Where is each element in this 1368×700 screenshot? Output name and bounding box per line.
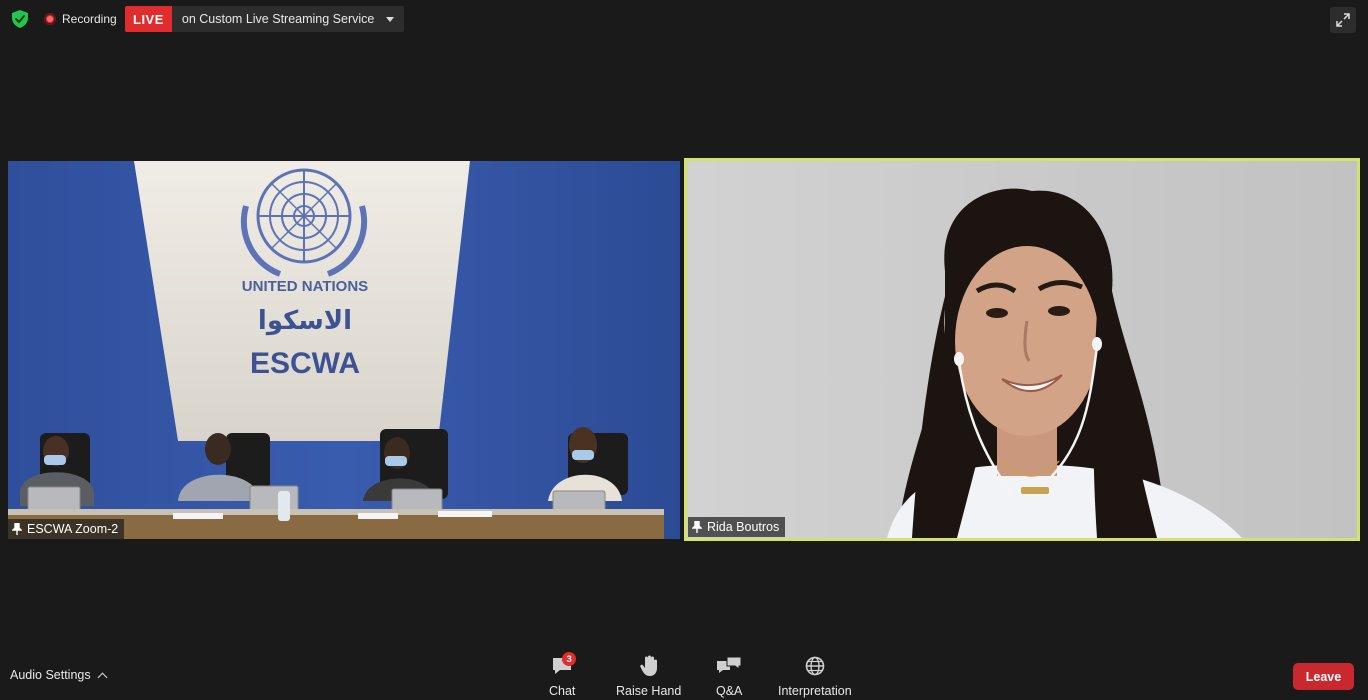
caret-down-icon	[386, 16, 395, 22]
participant-name: ESCWA Zoom-2	[27, 522, 119, 536]
pin-icon	[692, 521, 702, 533]
record-dot-icon	[44, 13, 56, 25]
live-stream-text: on Custom Live Streaming Service	[181, 12, 375, 26]
globe-icon	[805, 656, 825, 676]
wall-text-arabic: الاسكوا	[258, 306, 352, 336]
fullscreen-button[interactable]	[1330, 7, 1356, 33]
participant-name-tag: ESCWA Zoom-2	[8, 519, 125, 539]
live-stream-dropdown[interactable]: LIVE on Custom Live Streaming Service	[125, 6, 405, 32]
chat-unread-badge: 3	[562, 652, 577, 666]
pin-icon	[12, 523, 22, 535]
participant-name-tag: Rida Boutros	[688, 517, 786, 537]
wall-text-escwa: ESCWA	[250, 347, 360, 380]
shield-check-icon[interactable]	[12, 10, 28, 28]
zoom-meeting-window: Recording LIVE on Custom Live Streaming …	[0, 0, 1368, 700]
wall-text-united-nations: UNITED NATIONS	[242, 278, 368, 295]
leave-button[interactable]: Leave	[1293, 663, 1354, 690]
recording-indicator[interactable]: Recording	[44, 10, 117, 28]
meeting-toolbar: 3 Chat Raise Hand Q&A Interpretation	[0, 652, 1368, 700]
video-feed-conference-room: UNITED NATIONS الاسكوا ESCWA	[8, 161, 680, 539]
qa-label: Q&A	[716, 684, 743, 698]
live-badge: LIVE	[125, 6, 172, 32]
participant-name: Rida Boutros	[707, 520, 780, 534]
recording-label: Recording	[62, 12, 117, 26]
hand-icon	[639, 655, 657, 676]
chat-label: Chat	[549, 684, 576, 698]
qa-bubbles-icon	[717, 656, 742, 673]
video-tile-escwa[interactable]: UNITED NATIONS الاسكوا ESCWA ESCWA Zoom-…	[8, 161, 680, 539]
live-stream-label: on Custom Live Streaming Service	[171, 6, 405, 32]
raise-hand-button[interactable]: Raise Hand	[616, 654, 681, 698]
interpretation-label: Interpretation	[778, 684, 852, 698]
interpretation-button[interactable]: Interpretation	[778, 654, 852, 698]
chat-button[interactable]: 3 Chat	[549, 652, 577, 698]
expand-icon	[1336, 13, 1350, 27]
raise-hand-label: Raise Hand	[616, 684, 682, 698]
video-tile-active-speaker[interactable]: Rida Boutros	[684, 158, 1360, 541]
video-feed-speaker	[687, 161, 1357, 538]
qa-button[interactable]: Q&A	[716, 654, 742, 698]
